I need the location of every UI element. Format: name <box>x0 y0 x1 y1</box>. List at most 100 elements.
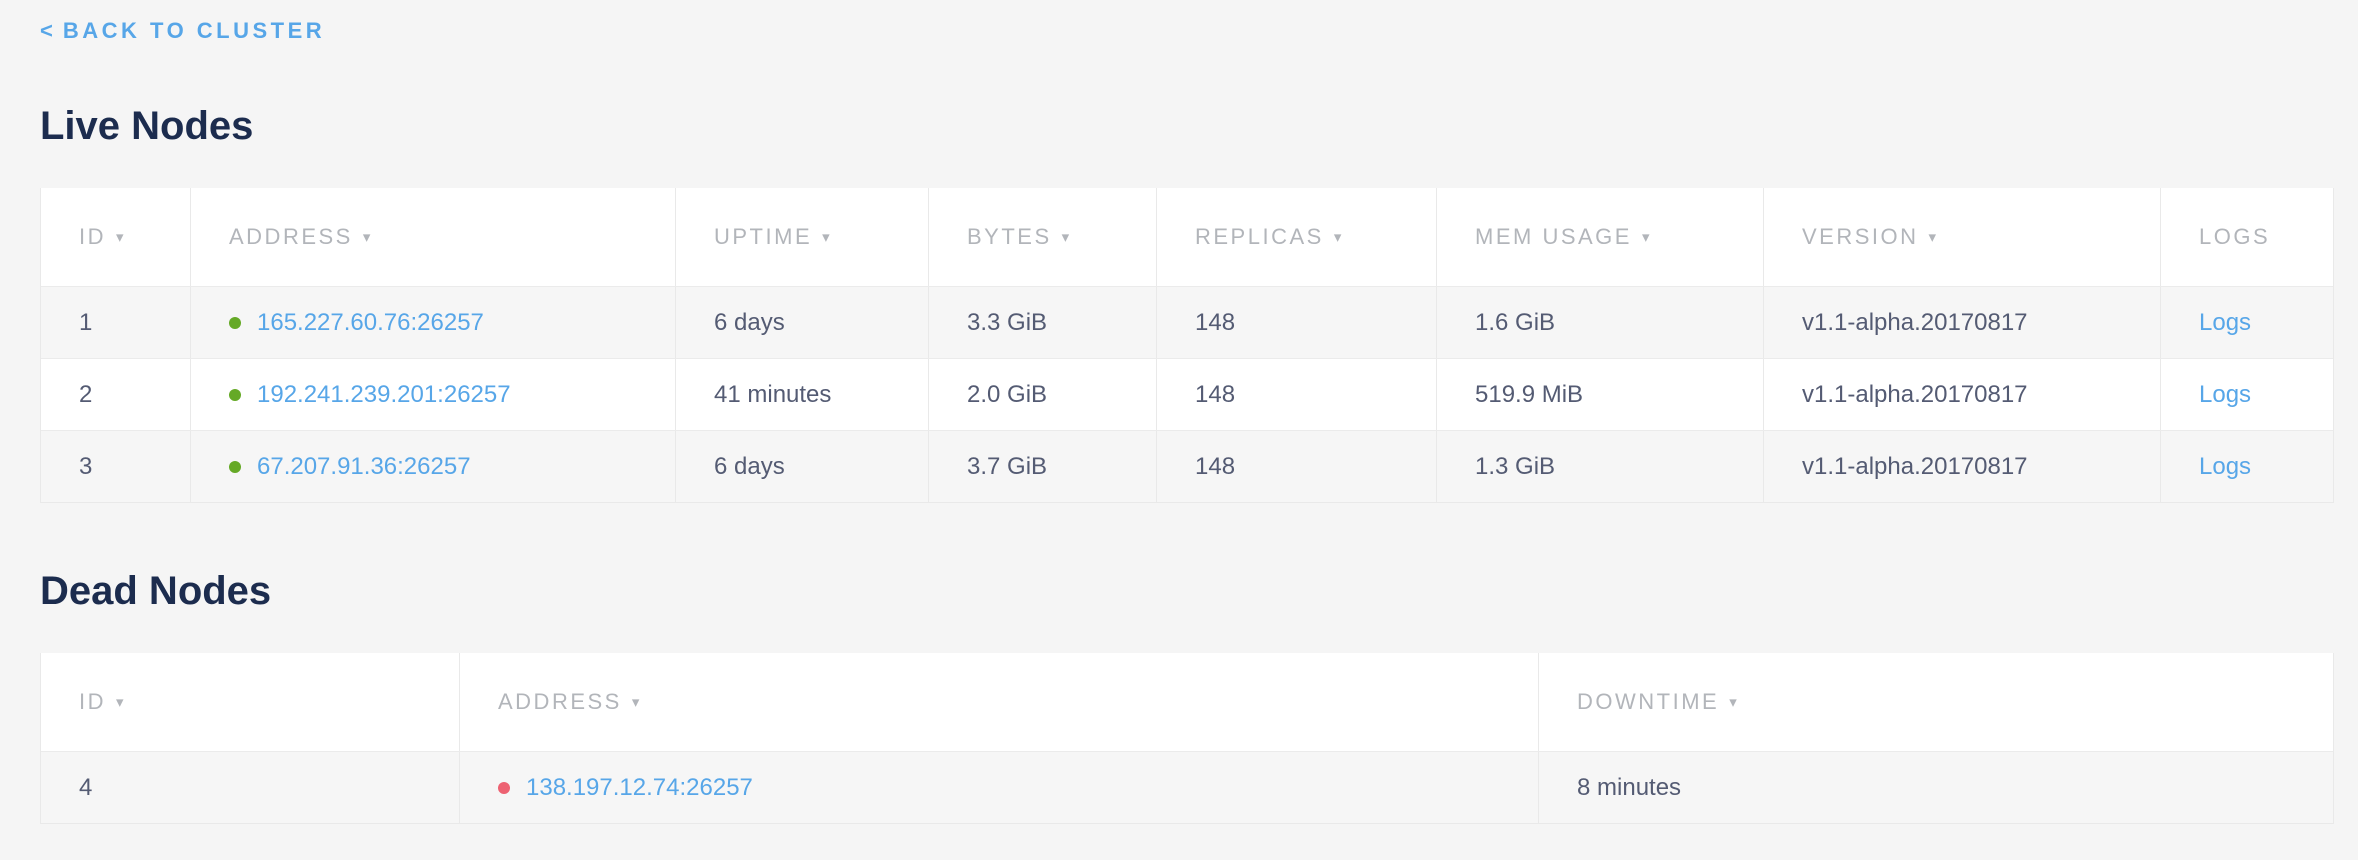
logs-link[interactable]: Logs <box>2199 381 2251 409</box>
sort-arrow-icon[interactable]: ▾ <box>1729 693 1739 711</box>
cell-node-replicas: 148 <box>1157 431 1437 502</box>
logs-link[interactable]: Logs <box>2199 453 2251 481</box>
dead-nodes-header-row: ID ▾ ADDRESS ▾ DOWNTIME ▾ <box>41 653 2333 751</box>
cell-node-id: 3 <box>41 431 191 502</box>
back-chevron-icon: < <box>40 18 53 44</box>
column-label-version[interactable]: VERSION <box>1802 224 1919 250</box>
nodes-overview-page: < BACK TO CLUSTER Live Nodes ID ▾ ADDRES… <box>0 0 2358 824</box>
column-header-replicas[interactable]: REPLICAS ▾ <box>1157 188 1437 286</box>
live-status-icon <box>229 461 241 473</box>
column-label-bytes[interactable]: BYTES <box>967 224 1052 250</box>
sort-arrow-icon[interactable]: ▾ <box>363 228 373 246</box>
node-id: 3 <box>79 453 92 481</box>
sort-arrow-icon[interactable]: ▾ <box>116 228 126 246</box>
back-to-cluster-link[interactable]: < BACK TO CLUSTER <box>40 18 325 44</box>
cell-node-bytes: 2.0 GiB <box>929 359 1157 430</box>
cell-node-address: 67.207.91.36:26257 <box>191 431 676 502</box>
dead-status-icon <box>498 782 510 794</box>
column-label-address[interactable]: ADDRESS <box>229 224 353 250</box>
sort-arrow-icon[interactable]: ▾ <box>1062 228 1072 246</box>
column-header-logs: LOGS <box>2161 188 2333 286</box>
cell-node-id: 1 <box>41 287 191 358</box>
live-nodes-title: Live Nodes <box>40 102 2334 150</box>
column-header-bytes[interactable]: BYTES ▾ <box>929 188 1157 286</box>
node-replicas: 148 <box>1195 309 1235 337</box>
node-address-link[interactable]: 67.207.91.36:26257 <box>257 453 471 481</box>
live-nodes-header-row: ID ▾ ADDRESS ▾ UPTIME ▾ BYTES ▾ REPLICAS… <box>41 188 2333 286</box>
column-header-address[interactable]: ADDRESS ▾ <box>191 188 676 286</box>
live-node-row-3: 3 67.207.91.36:26257 6 days 3.7 GiB 148 … <box>41 430 2333 502</box>
node-replicas: 148 <box>1195 453 1235 481</box>
column-label-downtime[interactable]: DOWNTIME <box>1577 689 1719 715</box>
cell-node-logs: Logs <box>2161 287 2333 358</box>
cell-node-version: v1.1-alpha.20170817 <box>1764 359 2161 430</box>
node-address-link[interactable]: 165.227.60.76:26257 <box>257 309 484 337</box>
node-uptime: 6 days <box>714 309 785 337</box>
node-downtime: 8 minutes <box>1577 774 1681 802</box>
cell-node-address: 165.227.60.76:26257 <box>191 287 676 358</box>
node-mem-usage: 1.6 GiB <box>1475 309 1555 337</box>
column-label-id[interactable]: ID <box>79 224 106 250</box>
column-label-uptime[interactable]: UPTIME <box>714 224 812 250</box>
cell-node-uptime: 41 minutes <box>676 359 929 430</box>
column-header-version[interactable]: VERSION ▾ <box>1764 188 2161 286</box>
cell-node-bytes: 3.7 GiB <box>929 431 1157 502</box>
cell-node-mem-usage: 519.9 MiB <box>1437 359 1764 430</box>
sort-arrow-icon[interactable]: ▾ <box>116 693 126 711</box>
live-status-icon <box>229 389 241 401</box>
node-id: 2 <box>79 381 92 409</box>
cell-node-address: 192.241.239.201:26257 <box>191 359 676 430</box>
cell-node-uptime: 6 days <box>676 287 929 358</box>
cell-node-mem-usage: 1.6 GiB <box>1437 287 1764 358</box>
cell-node-logs: Logs <box>2161 359 2333 430</box>
cell-node-uptime: 6 days <box>676 431 929 502</box>
node-bytes: 2.0 GiB <box>967 381 1047 409</box>
node-id: 4 <box>79 774 92 802</box>
column-label-mem-usage[interactable]: MEM USAGE <box>1475 224 1632 250</box>
cell-node-address: 138.197.12.74:26257 <box>460 752 1539 823</box>
column-label-address[interactable]: ADDRESS <box>498 689 622 715</box>
column-label-replicas[interactable]: REPLICAS <box>1195 224 1324 250</box>
dead-nodes-title: Dead Nodes <box>40 567 2334 615</box>
sort-arrow-icon[interactable]: ▾ <box>1334 228 1344 246</box>
node-uptime: 41 minutes <box>714 381 831 409</box>
column-label-id[interactable]: ID <box>79 689 106 715</box>
sort-arrow-icon[interactable]: ▾ <box>632 693 642 711</box>
node-address-link[interactable]: 192.241.239.201:26257 <box>257 381 511 409</box>
column-header-id[interactable]: ID ▾ <box>41 188 191 286</box>
cell-node-id: 2 <box>41 359 191 430</box>
column-header-downtime[interactable]: DOWNTIME ▾ <box>1539 653 2333 751</box>
node-bytes: 3.3 GiB <box>967 309 1047 337</box>
node-id: 1 <box>79 309 92 337</box>
cell-node-mem-usage: 1.3 GiB <box>1437 431 1764 502</box>
column-header-uptime[interactable]: UPTIME ▾ <box>676 188 929 286</box>
cell-node-replicas: 148 <box>1157 287 1437 358</box>
cell-node-logs: Logs <box>2161 431 2333 502</box>
cell-node-version: v1.1-alpha.20170817 <box>1764 431 2161 502</box>
dead-nodes-table: ID ▾ ADDRESS ▾ DOWNTIME ▾ 4 138.197.12.7… <box>40 653 2334 824</box>
cell-node-id: 4 <box>41 752 460 823</box>
node-version: v1.1-alpha.20170817 <box>1802 453 2028 481</box>
column-header-id[interactable]: ID ▾ <box>41 653 460 751</box>
column-header-mem-usage[interactable]: MEM USAGE ▾ <box>1437 188 1764 286</box>
node-mem-usage: 519.9 MiB <box>1475 381 1583 409</box>
live-status-icon <box>229 317 241 329</box>
back-link-label: BACK TO CLUSTER <box>63 18 325 44</box>
dead-node-row-4: 4 138.197.12.74:26257 8 minutes <box>41 751 2333 823</box>
node-uptime: 6 days <box>714 453 785 481</box>
node-version: v1.1-alpha.20170817 <box>1802 381 2028 409</box>
sort-arrow-icon[interactable]: ▾ <box>1929 228 1939 246</box>
column-label-logs: LOGS <box>2199 224 2270 250</box>
live-node-row-1: 1 165.227.60.76:26257 6 days 3.3 GiB 148… <box>41 286 2333 358</box>
sort-arrow-icon[interactable]: ▾ <box>822 228 832 246</box>
cell-node-replicas: 148 <box>1157 359 1437 430</box>
live-nodes-table: ID ▾ ADDRESS ▾ UPTIME ▾ BYTES ▾ REPLICAS… <box>40 188 2334 503</box>
logs-link[interactable]: Logs <box>2199 309 2251 337</box>
node-address-link[interactable]: 138.197.12.74:26257 <box>526 774 753 802</box>
sort-arrow-icon[interactable]: ▾ <box>1642 228 1652 246</box>
live-node-row-2: 2 192.241.239.201:26257 41 minutes 2.0 G… <box>41 358 2333 430</box>
cell-node-bytes: 3.3 GiB <box>929 287 1157 358</box>
node-replicas: 148 <box>1195 381 1235 409</box>
column-header-address[interactable]: ADDRESS ▾ <box>460 653 1539 751</box>
cell-node-version: v1.1-alpha.20170817 <box>1764 287 2161 358</box>
